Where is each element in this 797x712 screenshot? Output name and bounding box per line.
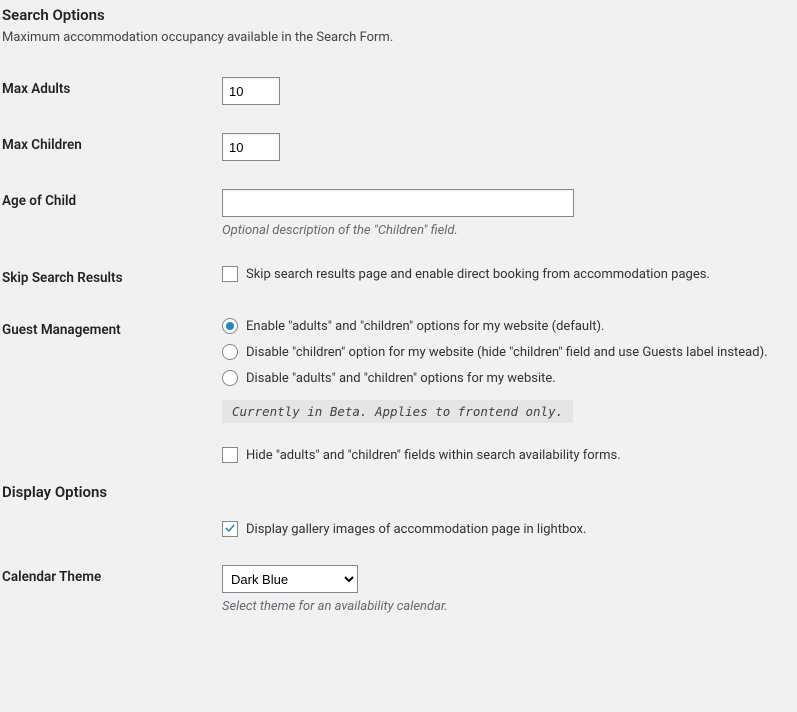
guest-mgmt-text-disable-both: Disable "adults" and "children" options … (246, 371, 556, 386)
lightbox-text: Display gallery images of accommodation … (246, 522, 586, 537)
skip-search-text: Skip search results page and enable dire… (246, 267, 710, 282)
guest-mgmt-beta-note: Currently in Beta. Applies to frontend o… (222, 400, 573, 423)
max-adults-label: Max Adults (2, 63, 222, 119)
guest-mgmt-text-enable: Enable "adults" and "children" options f… (246, 319, 604, 334)
age-of-child-input[interactable] (222, 189, 574, 217)
search-options-heading: Search Options (2, 6, 795, 24)
guest-mgmt-radio-disable-both[interactable] (222, 370, 238, 386)
guest-management-label: Guest Management (2, 304, 222, 477)
max-adults-input[interactable] (222, 77, 280, 105)
guest-mgmt-option-enable[interactable]: Enable "adults" and "children" options f… (222, 318, 785, 334)
max-children-input[interactable] (222, 133, 280, 161)
guest-mgmt-option-disable-children[interactable]: Disable "children" option for my website… (222, 344, 785, 360)
skip-search-checkbox[interactable] (222, 266, 238, 282)
skip-search-label: Skip Search Results (2, 252, 222, 304)
max-children-label: Max Children (2, 119, 222, 175)
guest-mgmt-radio-enable[interactable] (222, 318, 238, 334)
guest-mgmt-option-disable-both[interactable]: Disable "adults" and "children" options … (222, 370, 785, 386)
calendar-theme-description: Select theme for an availability calenda… (222, 599, 785, 614)
age-of-child-label: Age of Child (2, 175, 222, 252)
guest-mgmt-hide-text: Hide "adults" and "children" fields with… (246, 448, 621, 463)
lightbox-option[interactable]: Display gallery images of accommodation … (222, 521, 785, 537)
guest-mgmt-text-disable-children: Disable "children" option for my website… (246, 345, 768, 360)
age-of-child-description: Optional description of the "Children" f… (222, 223, 785, 238)
skip-search-option[interactable]: Skip search results page and enable dire… (222, 266, 785, 282)
lightbox-checkbox[interactable] (222, 521, 238, 537)
guest-mgmt-hide-checkbox[interactable] (222, 447, 238, 463)
calendar-theme-label: Calendar Theme (2, 551, 222, 628)
calendar-theme-select[interactable]: Dark Blue (222, 565, 358, 593)
display-options-heading: Display Options (2, 483, 795, 501)
guest-mgmt-hide-option[interactable]: Hide "adults" and "children" fields with… (222, 447, 785, 463)
guest-mgmt-radio-disable-children[interactable] (222, 344, 238, 360)
search-options-description: Maximum accommodation occupancy availabl… (2, 30, 795, 45)
